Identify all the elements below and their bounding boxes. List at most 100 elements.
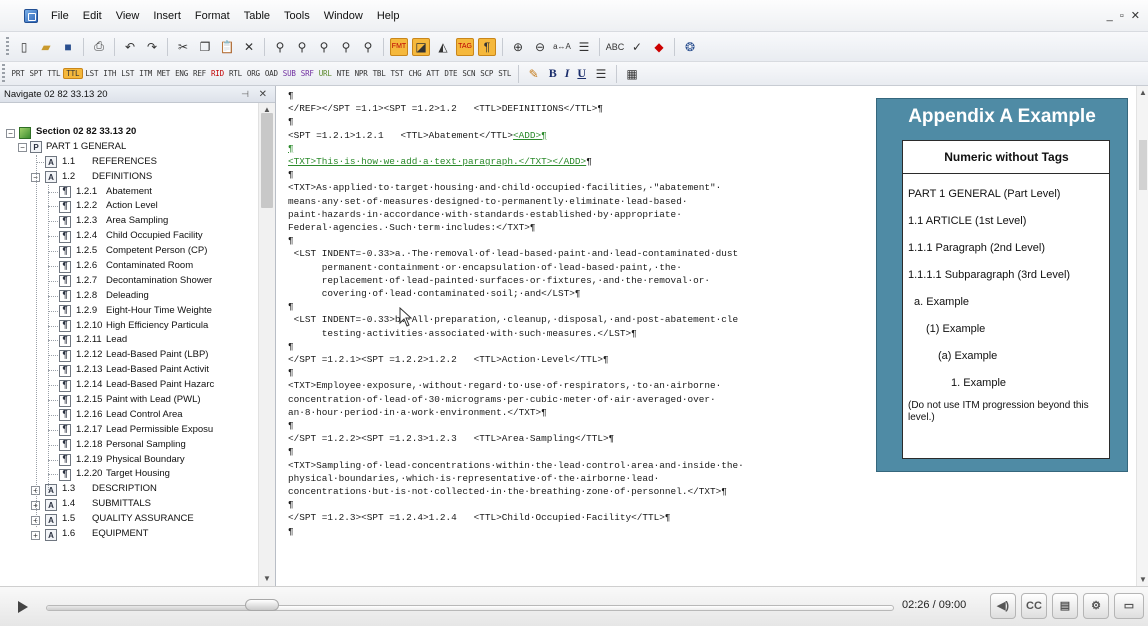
tag-srf-button[interactable]: SRF (298, 69, 316, 78)
editor-line[interactable]: </SPT =1.2.2><SPT =1.2.3>1.2.3 <TTL>Area… (288, 433, 614, 445)
editor-line[interactable]: ¶ (288, 446, 294, 458)
editor-line[interactable]: concentrations·but·is·not·collected·in·t… (288, 486, 727, 498)
tree-node[interactable]: ¶ 1.2.15 Paint with Lead (PWL) (0, 393, 258, 408)
pin-icon[interactable]: ◆ (650, 38, 668, 56)
tree-node-section[interactable]: − Section 02 82 33.13 20 (0, 125, 258, 140)
zoom-out-icon[interactable]: ⊖ (531, 38, 549, 56)
editor-line[interactable]: <SPT =1.2.1>1.2.1 <TTL>Abatement</TTL><A… (288, 130, 547, 142)
tag-url-button[interactable]: URL (316, 69, 334, 78)
menu-table[interactable]: Table (237, 0, 277, 32)
paste-icon[interactable]: 📋 (218, 38, 236, 56)
menu-edit[interactable]: Edit (76, 0, 109, 32)
open-folder-icon[interactable]: ▰ (37, 38, 55, 56)
tree-node[interactable]: ¶ 1.2.8 Deleading (0, 289, 258, 304)
pencil-icon[interactable]: ✎ (525, 65, 543, 83)
tag-lst2-button[interactable]: LST (119, 69, 137, 78)
editor-line[interactable]: permanent·containment·or·encapsulation·o… (288, 262, 682, 274)
tree-node[interactable]: ¶ 1.2.1 Abatement (0, 185, 258, 200)
editor-line[interactable]: physical·boundaries,·which·is·representa… (288, 473, 659, 485)
tag-met-button[interactable]: MET (155, 69, 173, 78)
tree-node[interactable]: ¶ 1.2.10 High Efficiency Particula (0, 319, 258, 334)
editor-line[interactable]: ¶ (288, 367, 294, 379)
copy-icon[interactable]: ❐ (196, 38, 214, 56)
tag-ttl-active-button[interactable]: TTL (62, 68, 83, 79)
tree-node[interactable]: + A 1.4 SUBMITTALS (0, 497, 258, 512)
scroll-down-icon[interactable]: ▼ (262, 574, 272, 584)
tag-highlight-icon[interactable]: FMT (390, 37, 408, 56)
seek-thumb[interactable] (245, 599, 280, 611)
new-document-icon[interactable]: ▯ (15, 38, 33, 56)
tree-node[interactable]: ¶ 1.2.13 Lead-Based Paint Activit (0, 363, 258, 378)
expand-icon[interactable]: + (31, 530, 40, 540)
editor-line[interactable]: ¶ (288, 341, 294, 353)
tag-oad-button[interactable]: OAD (262, 69, 280, 78)
tree-node[interactable]: ¶ 1.2.16 Lead Control Area (0, 408, 258, 423)
tree-node[interactable]: ¶ 1.2.17 Lead Permissible Exposu (0, 423, 258, 438)
spellcheck-icon[interactable]: ABC (606, 38, 625, 56)
tag-npr-button[interactable]: NPR (352, 69, 370, 78)
tag-lst-button[interactable]: LST (83, 69, 101, 78)
tree-node[interactable]: ¶ 1.2.18 Personal Sampling (0, 438, 258, 453)
save-icon[interactable]: ■ (59, 38, 77, 56)
fullscreen-button[interactable]: ▭ (1114, 593, 1144, 619)
seek-bar[interactable] (46, 599, 894, 611)
tag-org-button[interactable]: ORG (244, 69, 262, 78)
tag-view-icon[interactable]: TAG (456, 37, 474, 56)
editor-line[interactable]: ¶ (288, 90, 294, 102)
editor-line[interactable]: ¶ (288, 169, 294, 181)
redo-icon[interactable]: ↷ (143, 38, 161, 56)
help-icon[interactable]: ❂ (681, 38, 699, 56)
pilcrow-icon[interactable]: ¶ (478, 37, 496, 56)
tree-node[interactable]: ¶ 1.2.2 Action Level (0, 199, 258, 214)
editor-line[interactable]: </REF></SPT =1.1><SPT =1.2>1.2 <TTL>DEFI… (288, 103, 603, 115)
settings-button[interactable]: ⚙ (1083, 593, 1109, 619)
menu-window[interactable]: Window (317, 0, 370, 32)
editor-line[interactable]: ¶ (288, 420, 294, 432)
tag-dte-button[interactable]: DTE (442, 69, 460, 78)
editor-line[interactable]: ¶ (288, 116, 294, 128)
tree-node[interactable]: ¶ 1.2.7 Decontamination Shower (0, 274, 258, 289)
tag-spt-button[interactable]: SPT (27, 69, 45, 78)
tag-tbl-button[interactable]: TBL (370, 69, 388, 78)
captions-button[interactable]: CC (1021, 593, 1047, 619)
tree-node[interactable]: ¶ 1.2.14 Lead-Based Paint Hazarc (0, 378, 258, 393)
scroll-up-icon[interactable]: ▲ (1138, 88, 1148, 97)
tag-scn-button[interactable]: SCN (460, 69, 478, 78)
editor-line[interactable]: an·8·hour·period·in·a·work·environment.<… (288, 407, 547, 419)
editor-line[interactable]: replacement·of·lead-painted·surfaces·or·… (288, 275, 710, 287)
menu-insert[interactable]: Insert (146, 0, 188, 32)
pin-icon[interactable]: ⊣ (241, 86, 249, 103)
font-size-icon[interactable]: a↔A (553, 38, 571, 56)
menu-file[interactable]: File (44, 0, 76, 32)
tag-rtl-button[interactable]: RTL (226, 69, 244, 78)
menu-help[interactable]: Help (370, 0, 407, 32)
scrollbar-thumb[interactable] (261, 113, 273, 208)
bold-button[interactable]: B (545, 66, 561, 81)
tag-prt-button[interactable]: PRT (9, 69, 27, 78)
tree-node[interactable]: − A 1.2 DEFINITIONS (0, 170, 258, 185)
tag-chg-button[interactable]: CHG (406, 69, 424, 78)
menu-tools[interactable]: Tools (277, 0, 317, 32)
collapse-icon[interactable]: − (18, 143, 27, 153)
toolbar-grip[interactable] (2, 63, 5, 84)
tag-itm-button[interactable]: ITM (137, 69, 155, 78)
tag-nte-button[interactable]: NTE (334, 69, 352, 78)
tag-scp-button[interactable]: SCP (478, 69, 496, 78)
italic-button[interactable]: I (561, 66, 574, 81)
find-icon[interactable]: ⚲ (271, 38, 289, 56)
find-all-icon[interactable]: ⚲ (359, 38, 377, 56)
editor-line[interactable]: </SPT =1.2.1><SPT =1.2.2>1.2.2 <TTL>Acti… (288, 354, 609, 366)
play-button[interactable] (8, 593, 36, 621)
editor-line[interactable]: <TXT>As·applied·to·target·housing·and·ch… (288, 182, 721, 194)
tree-node[interactable]: ¶ 1.2.20 Target Housing (0, 467, 258, 482)
underline-button[interactable]: U (573, 66, 590, 81)
tag-att-button[interactable]: ATT (424, 69, 442, 78)
collapse-icon[interactable]: − (6, 128, 15, 138)
close-icon[interactable]: ✕ (259, 86, 267, 103)
find-tag-icon[interactable]: ⚲ (337, 38, 355, 56)
editor-line[interactable]: concentration·of·lead·of·30·micrograms·p… (288, 394, 716, 406)
editor-line[interactable]: <LST INDENT=-0.33>a.·The·removal·of·lead… (288, 248, 738, 260)
tag-rid-button[interactable]: RID (208, 69, 226, 78)
zoom-in-icon[interactable]: ⊕ (509, 38, 527, 56)
tag-stl-button[interactable]: STL (496, 69, 514, 78)
